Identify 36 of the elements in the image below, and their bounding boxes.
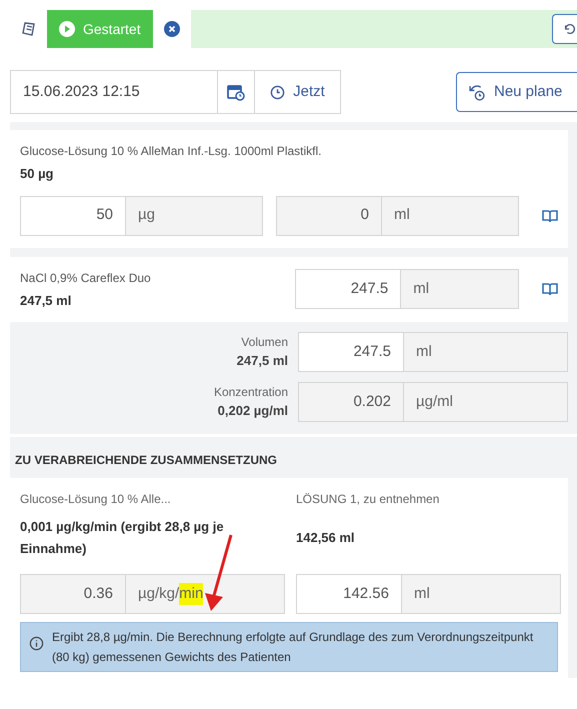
component-name: Glucose-Lösung 10 % Alle... xyxy=(20,491,172,508)
unit-label: µg xyxy=(126,196,262,234)
component-amount: 0,001 µg/kg/min (ergibt 28,8 µg je Einnahme) xyxy=(20,518,225,558)
number-input[interactable]: 0 xyxy=(277,196,382,234)
replan-button[interactable]: Neu plane xyxy=(456,72,577,112)
close-icon[interactable] xyxy=(164,21,180,37)
book-icon[interactable] xyxy=(542,208,558,222)
component-amount: 142,56 ml xyxy=(296,529,356,547)
clock-icon xyxy=(270,84,286,100)
total-amount: 0,202 µg/ml xyxy=(216,402,288,420)
calendar-button[interactable] xyxy=(218,70,255,114)
replan-icon xyxy=(469,84,486,100)
number-input[interactable]: 247.5 xyxy=(299,333,404,371)
calendar-clock-icon xyxy=(227,83,245,101)
total-label: Konzentration xyxy=(214,384,288,402)
number-input[interactable]: 0.36 xyxy=(21,575,126,613)
unit-label: ml xyxy=(401,270,518,308)
now-button[interactable]: Jetzt xyxy=(255,70,341,114)
unit-label: ml xyxy=(402,575,560,613)
info-icon xyxy=(29,636,44,651)
unit-label: µg/kg/min xyxy=(126,575,284,613)
history-button[interactable] xyxy=(552,14,577,44)
total-label: Volumen xyxy=(240,334,288,352)
date-input[interactable]: 15.06.2023 12:15 xyxy=(10,70,218,114)
play-icon xyxy=(59,21,75,37)
book-icon[interactable] xyxy=(542,282,558,296)
component-name: NaCl 0,9% Careflex Duo xyxy=(20,270,152,286)
info-text: Ergibt 28,8 µg/min. Die Berechnung erfolgte auf Grundlage des zum Verordnungszeitpunkt (80 kg) gemessenen Gewichts des Patienten xyxy=(52,629,534,666)
history-icon xyxy=(563,21,577,37)
component-name: Glucose-Lösung 10 % AlleMan Inf.-Lsg. 1000ml Plastikfl. xyxy=(20,143,322,160)
notepad-icon[interactable] xyxy=(20,21,36,37)
component-name: LÖSUNG 1, zu entnehmen xyxy=(296,491,440,508)
component-amount: 50 µg xyxy=(20,165,55,183)
component-amount: 247,5 ml xyxy=(20,292,72,310)
total-amount: 247,5 ml xyxy=(236,352,288,370)
unit-label: ml xyxy=(382,196,518,234)
